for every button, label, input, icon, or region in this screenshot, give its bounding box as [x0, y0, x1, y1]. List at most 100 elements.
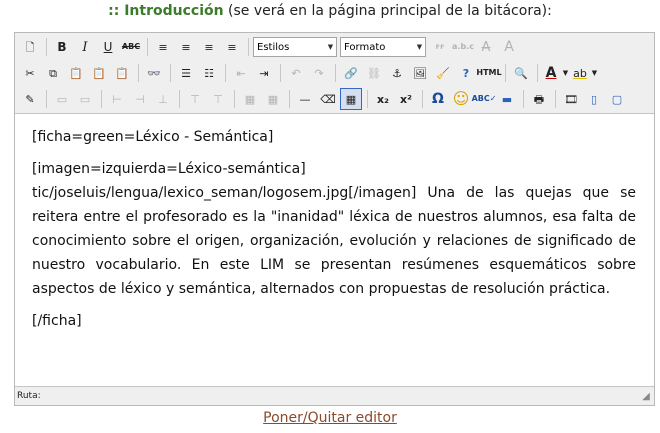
- table-props-icon[interactable]: ▭: [51, 88, 73, 110]
- toolbar-separator: [170, 64, 171, 82]
- paste-word-icon[interactable]: 📋: [111, 62, 133, 84]
- horizontal-rule-icon[interactable]: —: [294, 88, 316, 110]
- split-cells-icon[interactable]: ▦: [239, 88, 261, 110]
- smiley-icon[interactable]: ☺: [450, 88, 472, 110]
- anchor-icon[interactable]: ⚓: [386, 62, 408, 84]
- rich-text-editor: 🗋 B I U ABC ≡ ≡ ≡ ≡ Estilos ▼ Formato ▼ …: [14, 32, 655, 406]
- remove-format-icon[interactable]: A: [475, 36, 497, 58]
- font-size-large-icon[interactable]: A: [498, 36, 520, 58]
- toolbar-separator: [234, 90, 235, 108]
- align-right-icon[interactable]: ≡: [198, 36, 220, 58]
- nonbreaking-dash-icon[interactable]: ▬: [496, 88, 518, 110]
- format-select-value: Formato: [344, 41, 386, 53]
- delete-row-icon[interactable]: ⊥: [152, 88, 174, 110]
- toolbar-row-3: ✎ ▭ ▭ ⊢ ⊣ ⊥ ⊤ ⊤ ▦ ▦ — ⌫ ▦ x₂ x² Ω ☺ ABC✓…: [19, 87, 629, 111]
- insert-col-after-icon[interactable]: ⊤: [207, 88, 229, 110]
- strikethrough-button[interactable]: ABC: [120, 36, 142, 58]
- edit-icon[interactable]: ✎: [19, 88, 41, 110]
- styles-select[interactable]: Estilos ▼: [253, 37, 337, 57]
- toolbar-separator: [147, 38, 148, 56]
- cleanup-icon[interactable]: 🧹: [432, 62, 454, 84]
- toolbar-separator: [335, 64, 336, 82]
- toolbar-separator: [289, 90, 290, 108]
- cut-icon[interactable]: ✂: [19, 62, 41, 84]
- content-paragraph: [/ficha]: [32, 313, 82, 329]
- align-justify-icon[interactable]: ≡: [221, 36, 243, 58]
- link-icon[interactable]: 🔗: [340, 62, 362, 84]
- toolbar-separator: [523, 90, 524, 108]
- unlink-icon[interactable]: ⛓: [363, 62, 385, 84]
- eraser-icon[interactable]: ⌫: [317, 88, 339, 110]
- highlight-color-icon[interactable]: ab: [571, 62, 589, 84]
- section-heading: :: Introducción (se verá en la página pr…: [0, 1, 660, 23]
- indent-icon[interactable]: ⇥: [253, 62, 275, 84]
- spellcheck-icon[interactable]: ABC✓: [472, 88, 497, 110]
- subscript-icon[interactable]: x₂: [372, 88, 394, 110]
- chevron-down-icon: ▼: [416, 43, 423, 51]
- preview-icon[interactable]: 🔍: [510, 62, 532, 84]
- content-paragraph: [imagen=izquierda=Léxico-semántica] tic/…: [32, 161, 636, 297]
- table-icon[interactable]: ▦: [340, 88, 362, 110]
- toolbar-separator: [505, 64, 506, 82]
- cell-props-icon[interactable]: ▭: [74, 88, 96, 110]
- toolbar-separator: [46, 90, 47, 108]
- chevron-down-icon[interactable]: ▼: [561, 62, 570, 84]
- toolbar-row-1: 🗋 B I U ABC ≡ ≡ ≡ ≡ Estilos ▼ Formato ▼ …: [19, 35, 521, 59]
- special-char-icon[interactable]: Ω: [427, 88, 449, 110]
- image-icon[interactable]: 🖼: [409, 62, 431, 84]
- toolbar-separator: [248, 38, 249, 56]
- format-select[interactable]: Formato ▼: [340, 37, 426, 57]
- align-center-icon[interactable]: ≡: [175, 36, 197, 58]
- fullscreen-icon[interactable]: ▢: [606, 88, 628, 110]
- insert-row-after-icon[interactable]: ⊣: [129, 88, 151, 110]
- toolbar-separator: [101, 90, 102, 108]
- heading-description: (se verá en la página principal de la bi…: [223, 3, 552, 19]
- print-icon[interactable]: 🖶: [528, 88, 550, 110]
- toolbar-separator: [537, 64, 538, 82]
- small-caps-icon[interactable]: a.b.c: [452, 36, 474, 58]
- bold-button[interactable]: B: [51, 36, 73, 58]
- editor-toolbar: 🗋 B I U ABC ≡ ≡ ≡ ≡ Estilos ▼ Formato ▼ …: [15, 33, 654, 114]
- toolbar-separator: [280, 64, 281, 82]
- numbered-list-icon[interactable]: ☷: [198, 62, 220, 84]
- paste-text-icon[interactable]: 📋: [88, 62, 110, 84]
- toolbar-separator: [367, 90, 368, 108]
- italic-button[interactable]: I: [74, 36, 96, 58]
- underline-button[interactable]: U: [97, 36, 119, 58]
- editor-statusbar: Ruta: ◢: [15, 386, 654, 405]
- font-color-icon[interactable]: A: [542, 62, 560, 84]
- editor-content-area[interactable]: [ficha=green=Léxico - Semántica] [imagen…: [15, 115, 654, 386]
- toolbar-separator: [225, 64, 226, 82]
- redo-icon[interactable]: ↷: [308, 62, 330, 84]
- toolbar-separator: [179, 90, 180, 108]
- undo-icon[interactable]: ↶: [285, 62, 307, 84]
- media-icon[interactable]: 🎞: [560, 88, 582, 110]
- toolbar-separator: [422, 90, 423, 108]
- merge-cells-icon[interactable]: ▦: [262, 88, 284, 110]
- toggle-editor-link[interactable]: Poner/Quitar editor: [0, 407, 660, 429]
- insert-col-before-icon[interactable]: ⊤: [184, 88, 206, 110]
- styles-select-value: Estilos: [257, 41, 290, 53]
- superscript-icon[interactable]: x²: [395, 88, 417, 110]
- toolbar-separator: [138, 64, 139, 82]
- chevron-down-icon[interactable]: ▼: [590, 62, 599, 84]
- toolbar-separator: [46, 38, 47, 56]
- heading-accent: :: Introducción: [108, 3, 224, 19]
- new-page-icon[interactable]: 🗋: [19, 36, 41, 58]
- resize-grip-icon[interactable]: ◢: [640, 391, 652, 403]
- find-icon[interactable]: 👓: [143, 62, 165, 84]
- toolbar-separator: [555, 90, 556, 108]
- help-icon[interactable]: ?: [455, 62, 477, 84]
- paste-icon[interactable]: 📋: [65, 62, 87, 84]
- content-paragraph: [ficha=green=Léxico - Semántica]: [32, 129, 274, 145]
- align-left-icon[interactable]: ≡: [152, 36, 174, 58]
- toolbar-row-2: ✂ ⧉ 📋 📋 📋 👓 ☰ ☷ ⇤ ⇥ ↶ ↷ 🔗 ⛓ ⚓ 🖼 🧹 ? HTML: [19, 61, 600, 85]
- layer-icon[interactable]: ▯: [583, 88, 605, 110]
- html-source-icon[interactable]: HTML: [476, 62, 501, 84]
- insert-row-before-icon[interactable]: ⊢: [106, 88, 128, 110]
- bullet-list-icon[interactable]: ☰: [175, 62, 197, 84]
- font-size-icon[interactable]: ꜰꜰ: [429, 36, 451, 58]
- copy-icon[interactable]: ⧉: [42, 62, 64, 84]
- chevron-down-icon: ▼: [327, 43, 334, 51]
- outdent-icon[interactable]: ⇤: [230, 62, 252, 84]
